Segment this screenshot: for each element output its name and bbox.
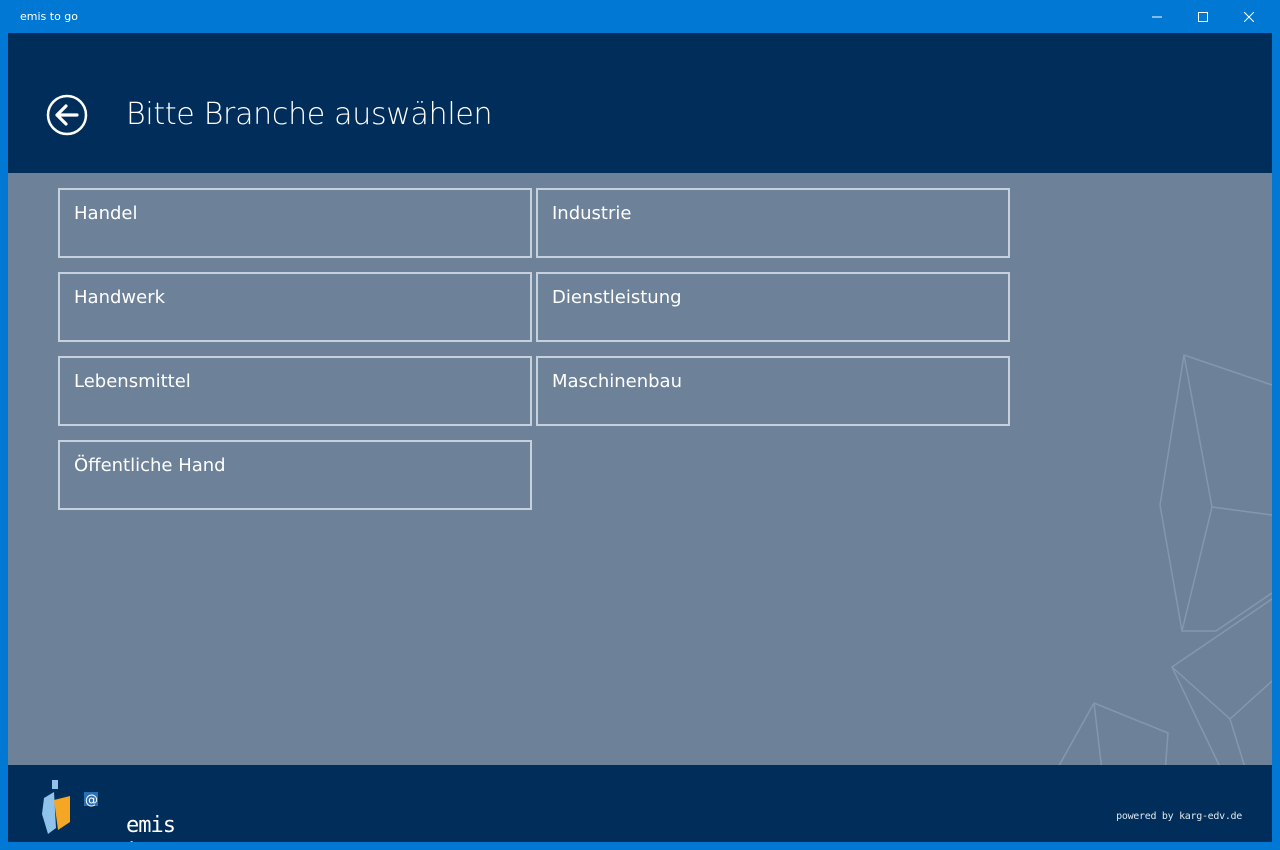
content-area: Bitte Branche auswählen Handel Industrie…	[8, 33, 1272, 842]
branch-label: Handwerk	[74, 287, 166, 308]
branch-tile-industrie[interactable]: Industrie	[536, 188, 1010, 258]
branch-label: Dienstleistung	[552, 287, 682, 308]
branch-tile-maschinenbau[interactable]: Maschinenbau	[536, 356, 1010, 426]
back-button[interactable]	[46, 94, 88, 136]
svg-text:@: @	[85, 793, 98, 808]
branch-label: Industrie	[552, 203, 632, 224]
minimize-button[interactable]	[1134, 0, 1180, 33]
maximize-icon	[1198, 11, 1208, 22]
maximize-button[interactable]	[1180, 0, 1226, 33]
app-window: emis to go Bitte Branche auswählen Hande…	[0, 0, 1280, 850]
emis-logo: @ emis to go	[40, 778, 210, 842]
logo-mark-icon: @	[42, 780, 98, 834]
branch-label: Lebensmittel	[74, 371, 191, 392]
window-title: emis to go	[20, 10, 79, 23]
branch-label: Öffentliche Hand	[74, 455, 226, 476]
branch-tile-handel[interactable]: Handel	[58, 188, 532, 258]
logo-text: emis to go	[126, 813, 188, 842]
title-bar: emis to go	[0, 0, 1280, 33]
close-button[interactable]	[1226, 0, 1272, 33]
branch-tile-lebensmittel[interactable]: Lebensmittel	[58, 356, 532, 426]
branch-tile-handwerk[interactable]: Handwerk	[58, 272, 532, 342]
page-title: Bitte Branche auswählen	[126, 97, 493, 132]
minimize-icon	[1152, 16, 1162, 17]
branch-grid: Handel Industrie Handwerk Dienstleistung…	[58, 188, 1010, 510]
branch-tile-oeffentliche-hand[interactable]: Öffentliche Hand	[58, 440, 532, 510]
arrow-left-circle-icon	[46, 94, 88, 136]
page-header: Bitte Branche auswählen	[8, 33, 1272, 173]
footer: @ emis to go powered by karg-edv.de	[8, 765, 1272, 842]
close-icon	[1244, 11, 1254, 22]
branch-label: Maschinenbau	[552, 371, 682, 392]
branch-tile-dienstleistung[interactable]: Dienstleistung	[536, 272, 1010, 342]
branch-label: Handel	[74, 203, 138, 224]
powered-by-text: powered by karg-edv.de	[1116, 811, 1242, 822]
